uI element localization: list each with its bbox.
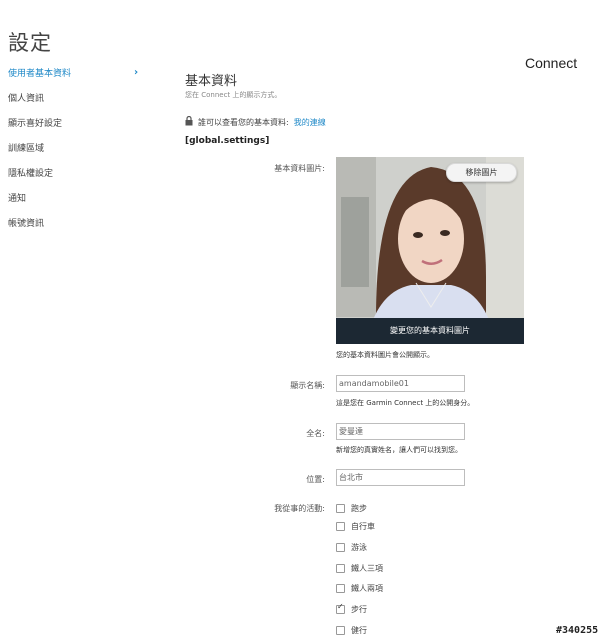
sidebar-item-label: 個人資訊 — [8, 94, 45, 104]
activity-label: 自行車 — [351, 522, 375, 531]
global-settings-label: [global.settings] — [185, 136, 270, 146]
chevron-right-icon: › — [134, 67, 139, 78]
checkbox[interactable] — [336, 504, 345, 513]
display-name-input[interactable]: amandamobile01 — [336, 375, 465, 392]
activity-hiking[interactable]: 健行 — [336, 625, 367, 636]
sidebar: 使用者基本資料 › 個人資訊 顯示喜好設定 訓練區域 隱私權設定 通知 帳號資訊 — [8, 67, 143, 243]
activity-swimming[interactable]: 游泳 — [336, 542, 367, 553]
section-subtitle: 您在 Connect 上的顯示方式。 — [185, 91, 282, 99]
activity-walking[interactable]: 步行 — [336, 602, 367, 615]
activity-triathlon[interactable]: 鐵人三項 — [336, 563, 383, 574]
sidebar-item-training-zones[interactable]: 訓練區域 — [8, 143, 143, 168]
remove-photo-button[interactable]: 移除圖片 — [446, 163, 517, 182]
sidebar-item-label: 帳號資訊 — [8, 219, 45, 229]
activity-label: 健行 — [351, 626, 367, 635]
location-input[interactable]: 台北市 — [336, 469, 465, 486]
activity-running[interactable]: 跑步 — [336, 503, 367, 514]
visibility-text: 誰可以查看您的基本資料: — [198, 117, 289, 127]
activity-label: 跑步 — [351, 504, 367, 513]
checkbox[interactable] — [336, 626, 345, 635]
activity-cycling[interactable]: 自行車 — [336, 521, 375, 532]
full-name-input[interactable]: 愛曼達 — [336, 423, 465, 440]
watermark: #340255 — [556, 625, 599, 636]
photo-helper-text: 您的基本資料圖片會公開顯示。 — [336, 351, 434, 359]
sidebar-item-privacy[interactable]: 隱私權設定 — [8, 168, 143, 193]
activity-label: 鐵人三項 — [351, 564, 383, 573]
sidebar-item-notifications[interactable]: 通知 — [8, 193, 143, 218]
checkbox[interactable] — [336, 584, 345, 593]
location-label: 位置: — [306, 475, 325, 484]
change-photo-button[interactable]: 變更您的基本資料圖片 — [336, 318, 524, 344]
display-name-helper: 這是您在 Garmin Connect 上的公開身分。 — [336, 399, 475, 407]
section-title: 基本資料 — [185, 74, 238, 89]
activities-label: 我從事的活動: — [274, 504, 325, 513]
profile-photo: 移除圖片 變更您的基本資料圖片 — [336, 157, 524, 344]
activity-duathlon[interactable]: 鐵人兩項 — [336, 583, 383, 594]
visibility-row: 誰可以查看您的基本資料: 我的連線 — [185, 115, 326, 128]
lock-icon — [185, 115, 193, 128]
sidebar-item-account[interactable]: 帳號資訊 — [8, 218, 143, 243]
sidebar-item-label: 隱私權設定 — [8, 169, 54, 179]
activity-label: 游泳 — [351, 543, 367, 552]
display-name-label: 顯示名稱: — [290, 381, 325, 390]
sidebar-item-display-preferences[interactable]: 顯示喜好設定 — [8, 118, 143, 143]
checkbox[interactable] — [336, 522, 345, 531]
sidebar-item-profile[interactable]: 使用者基本資料 › — [8, 67, 143, 93]
brand-logo-text: Connect — [525, 55, 578, 71]
sidebar-item-label: 使用者基本資料 — [8, 69, 72, 79]
profile-photo-label: 基本資料圖片: — [274, 164, 325, 173]
sidebar-item-label: 顯示喜好設定 — [8, 119, 63, 129]
sidebar-item-label: 訓練區域 — [8, 144, 45, 154]
sidebar-item-label: 通知 — [8, 194, 27, 204]
sidebar-item-personal-info[interactable]: 個人資訊 — [8, 93, 143, 118]
profile-photo-image — [336, 157, 524, 344]
checkbox[interactable] — [336, 564, 345, 573]
checkbox-checked[interactable] — [336, 602, 345, 614]
activity-label: 步行 — [351, 605, 367, 614]
activity-label: 鐵人兩項 — [351, 584, 383, 593]
full-name-helper: 新增您的真實姓名，讓人們可以找到您。 — [336, 446, 462, 454]
full-name-label: 全名: — [306, 429, 325, 438]
checkbox[interactable] — [336, 543, 345, 552]
page-title: 設定 — [8, 31, 52, 55]
visibility-link[interactable]: 我的連線 — [294, 117, 326, 128]
